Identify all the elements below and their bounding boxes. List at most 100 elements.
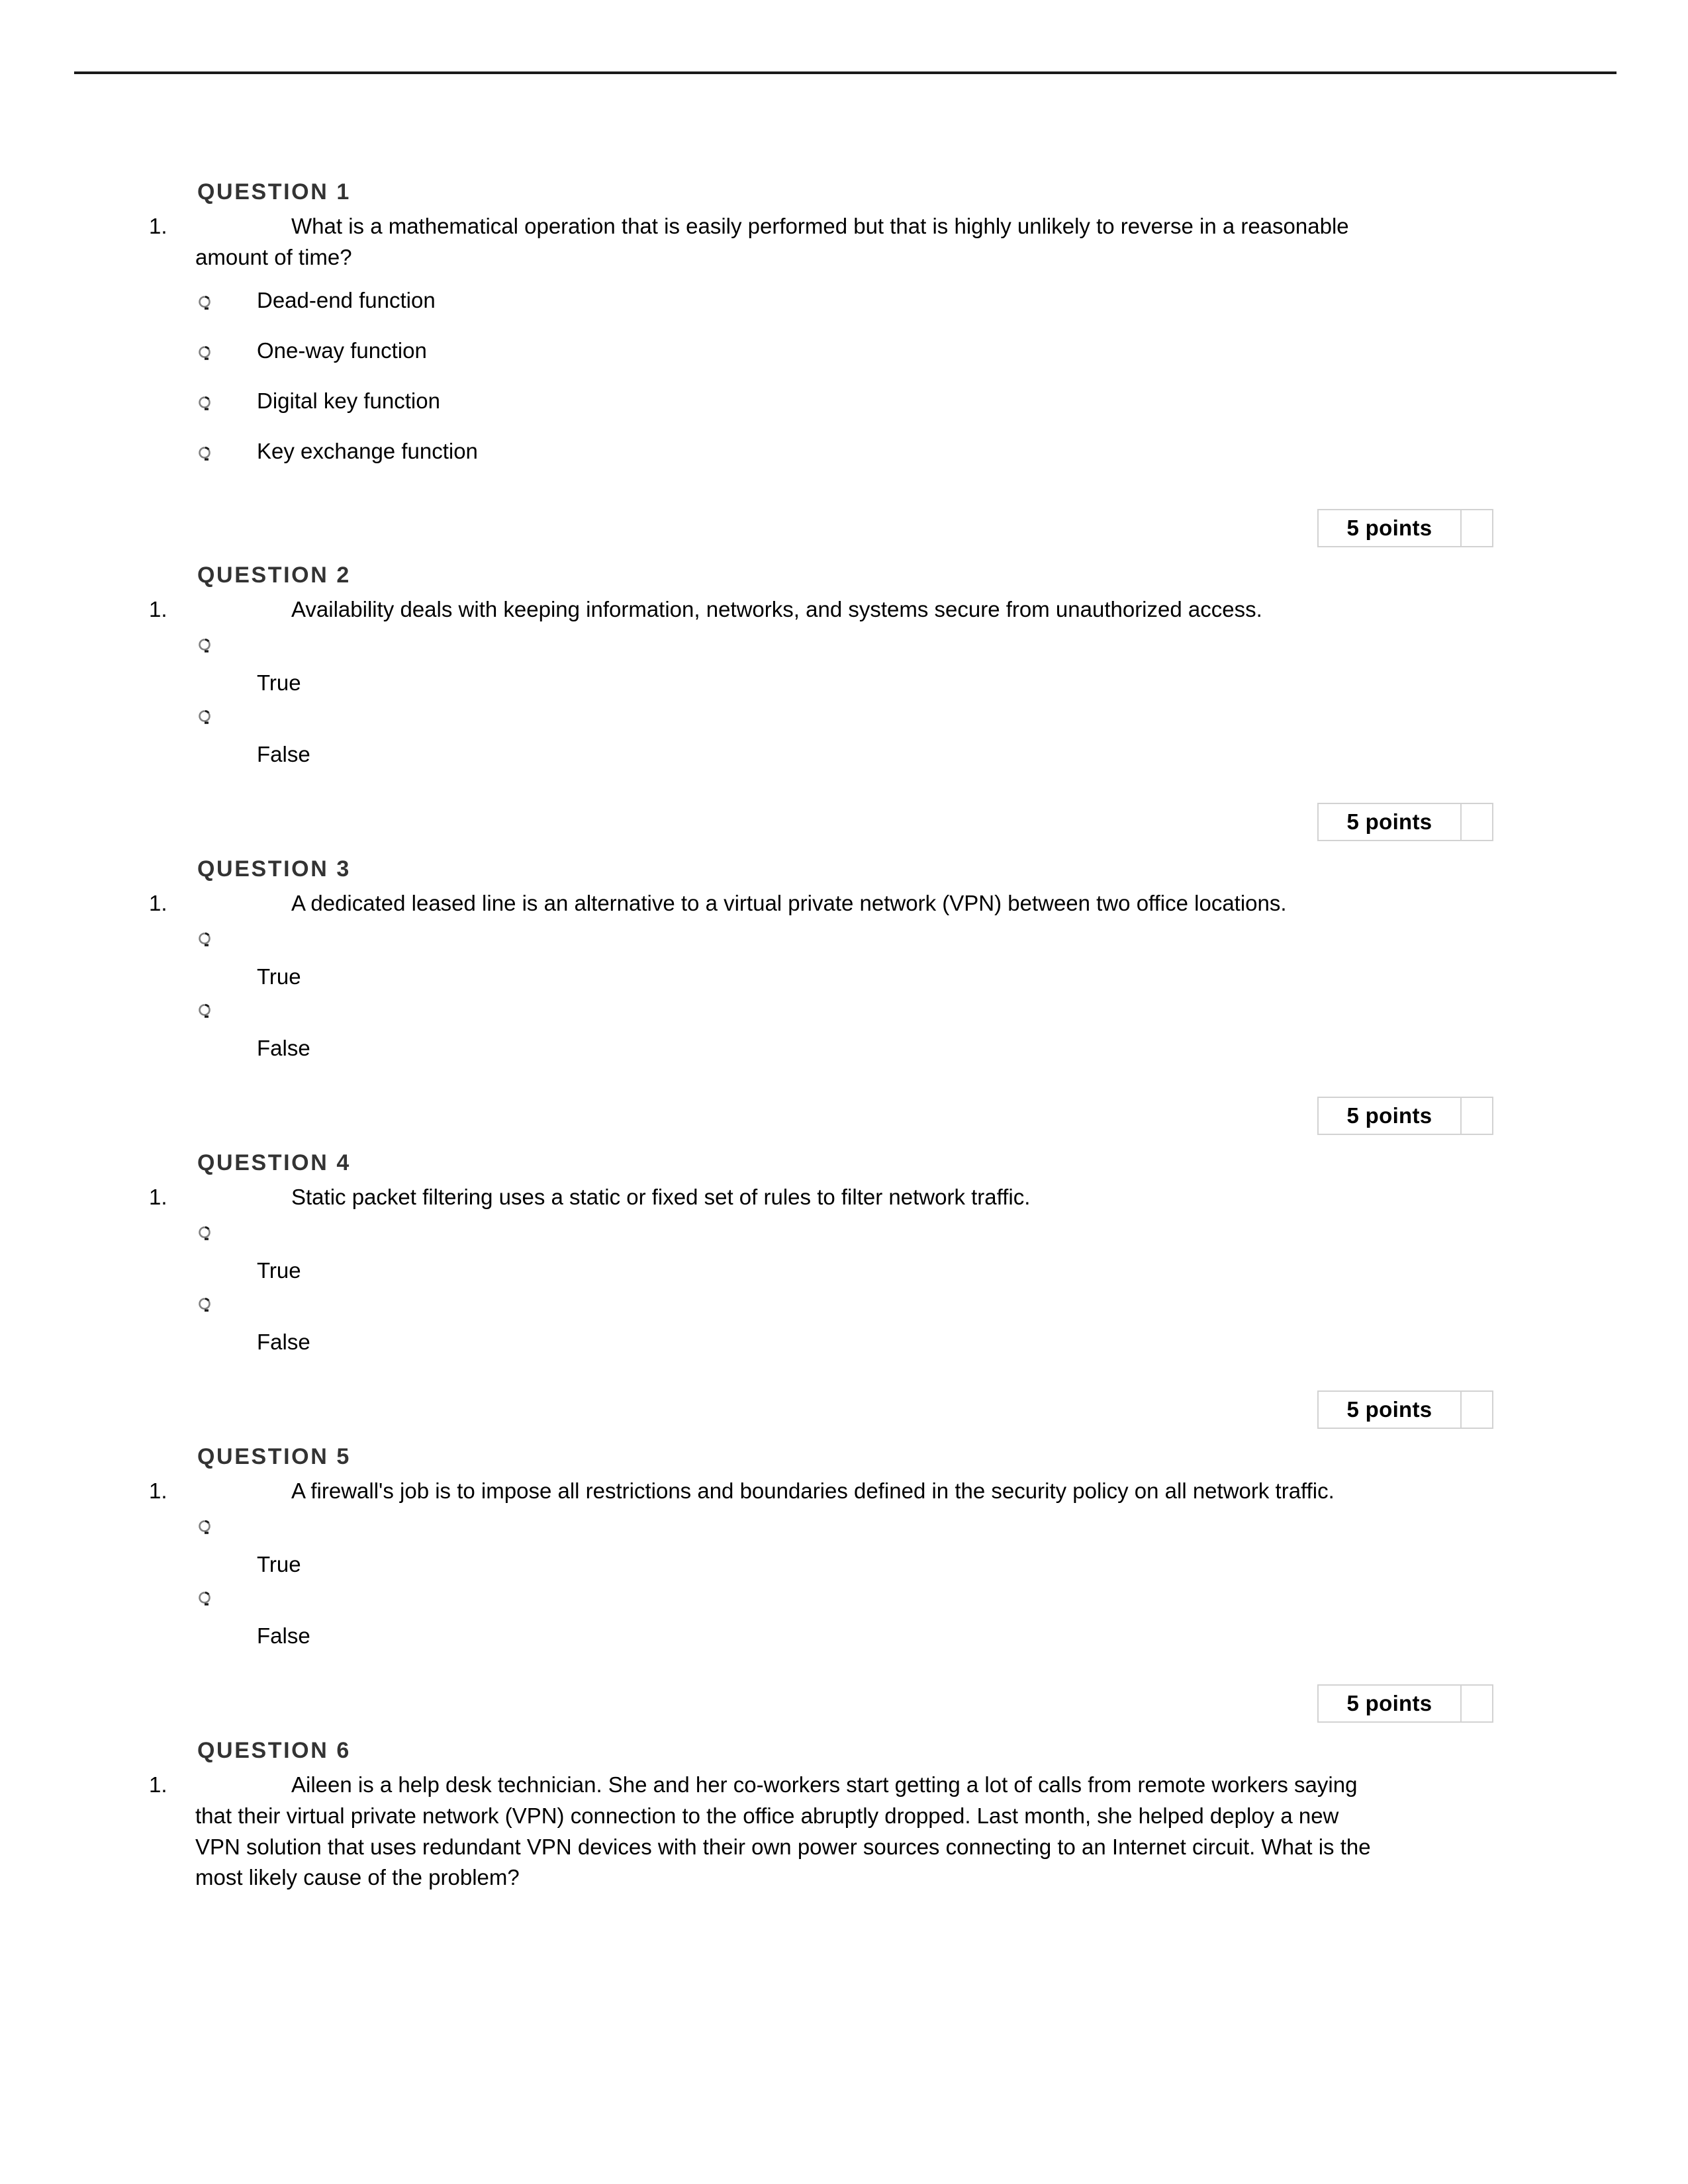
- options-spacer: [0, 1662, 1688, 1678]
- points-empty-cell: [1460, 1684, 1493, 1723]
- question-stem: 1. Static packet filtering uses a static …: [149, 1182, 1380, 1213]
- question-text: A firewall's job is to impose all restri…: [291, 1478, 1335, 1503]
- points-table: 5 points: [1317, 508, 1493, 547]
- points-table: 5 points: [1317, 1096, 1493, 1135]
- points-empty-cell: [1460, 1390, 1493, 1429]
- radio-button-unselected-icon[interactable]: [197, 295, 213, 313]
- question-number: 1.: [149, 596, 167, 621]
- points-empty-cell: [1460, 508, 1493, 547]
- question-number: 1.: [149, 890, 167, 915]
- stem-spacer: [0, 273, 1688, 285]
- points-table: 5 points: [1317, 802, 1493, 841]
- radio-button-unselected-icon[interactable]: [197, 345, 213, 363]
- stem-spacer: [0, 919, 1688, 931]
- quiz-page: QUESTION 1 1. What is a mathematical opera…: [0, 0, 1688, 2184]
- points-table: 5 points: [1317, 1390, 1493, 1429]
- question-stem: 1. Availability deals with keeping inform…: [149, 594, 1380, 625]
- points-table: 5 points: [1317, 1684, 1493, 1723]
- question-stem: 1. What is a mathematical operation that …: [149, 211, 1380, 273]
- answer-option-label: One-way function: [257, 338, 427, 363]
- answer-option-label: Dead-end function: [257, 287, 436, 312]
- question-heading: QUESTION 5: [197, 1443, 351, 1469]
- question-heading: QUESTION 4: [197, 1150, 351, 1175]
- radio-button-unselected-icon[interactable]: [197, 931, 213, 950]
- answer-option-label: False: [257, 1623, 310, 1648]
- question-heading: QUESTION 1: [197, 179, 351, 205]
- answer-option[interactable]: False: [197, 1590, 1688, 1662]
- answer-option-label: False: [257, 1329, 310, 1354]
- questions-container: QUESTION 1 1. What is a mathematical opera…: [0, 179, 1688, 1893]
- header-divider: [74, 71, 1617, 74]
- question-heading: QUESTION 6: [197, 1737, 351, 1763]
- options-spacer: [0, 780, 1688, 796]
- answer-option-label: False: [257, 1035, 310, 1060]
- radio-button-unselected-icon[interactable]: [197, 445, 213, 464]
- points-value: 5 points: [1317, 1684, 1462, 1723]
- question-stem: 1. A dedicated leased line is an alternat…: [149, 888, 1380, 919]
- answer-option[interactable]: Dead-end function: [197, 285, 1688, 336]
- question-number: 1.: [149, 1184, 167, 1209]
- stem-spacer: [0, 1213, 1688, 1225]
- question-block: QUESTION 3 1. A dedicated leased line is a…: [0, 856, 1688, 1150]
- answer-option[interactable]: Key exchange function: [197, 436, 1688, 486]
- options-spacer: [0, 1074, 1688, 1090]
- points-value: 5 points: [1317, 1096, 1462, 1135]
- answer-option-label: True: [257, 964, 301, 989]
- question-block: QUESTION 2 1. Availability deals with keep…: [0, 562, 1688, 856]
- points-empty-cell: [1460, 802, 1493, 841]
- answer-option[interactable]: One-way function: [197, 336, 1688, 386]
- answer-option[interactable]: False: [197, 1003, 1688, 1074]
- question-text: A dedicated leased line is an alternativ…: [291, 890, 1287, 915]
- table-row: 5 points: [1317, 1096, 1493, 1135]
- answer-option[interactable]: True: [197, 931, 1688, 1003]
- question-number: 1.: [149, 1478, 167, 1503]
- options-spacer: [0, 1368, 1688, 1384]
- question-block: QUESTION 4 1. Static packet filtering uses…: [0, 1150, 1688, 1443]
- question-stem: 1. A firewall's job is to impose all rest…: [149, 1476, 1380, 1507]
- answer-option[interactable]: True: [197, 1225, 1688, 1297]
- points-empty-cell: [1460, 1096, 1493, 1135]
- question-text: Aileen is a help desk technician. She an…: [195, 1772, 1371, 1890]
- question-text: Static packet filtering uses a static or…: [291, 1184, 1031, 1209]
- answer-option[interactable]: True: [197, 1519, 1688, 1590]
- table-row: 5 points: [1317, 1390, 1493, 1429]
- question-block: QUESTION 1 1. What is a mathematical opera…: [0, 179, 1688, 562]
- question-block: QUESTION 6 1. Aileen is a help desk techni…: [0, 1737, 1688, 1894]
- answer-option[interactable]: False: [197, 1297, 1688, 1368]
- answer-option[interactable]: True: [197, 637, 1688, 709]
- question-stem: 1. Aileen is a help desk technician. She …: [149, 1770, 1380, 1893]
- question-heading: QUESTION 2: [197, 562, 351, 588]
- answer-option-label: False: [257, 741, 310, 766]
- answer-option-label: True: [257, 670, 301, 695]
- points-value: 5 points: [1317, 1390, 1462, 1429]
- radio-button-unselected-icon[interactable]: [197, 709, 213, 727]
- radio-button-unselected-icon[interactable]: [197, 395, 213, 414]
- table-row: 5 points: [1317, 1684, 1493, 1723]
- answer-option-label: Digital key function: [257, 388, 440, 413]
- question-text: What is a mathematical operation that is…: [195, 214, 1349, 269]
- radio-button-unselected-icon[interactable]: [197, 1590, 213, 1609]
- answer-option-label: True: [257, 1257, 301, 1283]
- question-text: Availability deals with keeping informat…: [291, 596, 1262, 621]
- options-spacer: [0, 486, 1688, 502]
- radio-button-unselected-icon[interactable]: [197, 1297, 213, 1315]
- table-row: 5 points: [1317, 802, 1493, 841]
- question-number: 1.: [149, 1772, 167, 1797]
- stem-spacer: [0, 1507, 1688, 1519]
- points-value: 5 points: [1317, 508, 1462, 547]
- question-block: QUESTION 5 1. A firewall's job is to impos…: [0, 1443, 1688, 1737]
- stem-spacer: [0, 625, 1688, 637]
- answer-option[interactable]: False: [197, 709, 1688, 780]
- answer-option-label: True: [257, 1551, 301, 1576]
- radio-button-unselected-icon[interactable]: [197, 637, 213, 656]
- question-heading: QUESTION 3: [197, 856, 351, 882]
- table-row: 5 points: [1317, 508, 1493, 547]
- answer-option[interactable]: Digital key function: [197, 386, 1688, 436]
- radio-button-unselected-icon[interactable]: [197, 1003, 213, 1021]
- radio-button-unselected-icon[interactable]: [197, 1519, 213, 1537]
- radio-button-unselected-icon[interactable]: [197, 1225, 213, 1244]
- answer-option-label: Key exchange function: [257, 438, 478, 463]
